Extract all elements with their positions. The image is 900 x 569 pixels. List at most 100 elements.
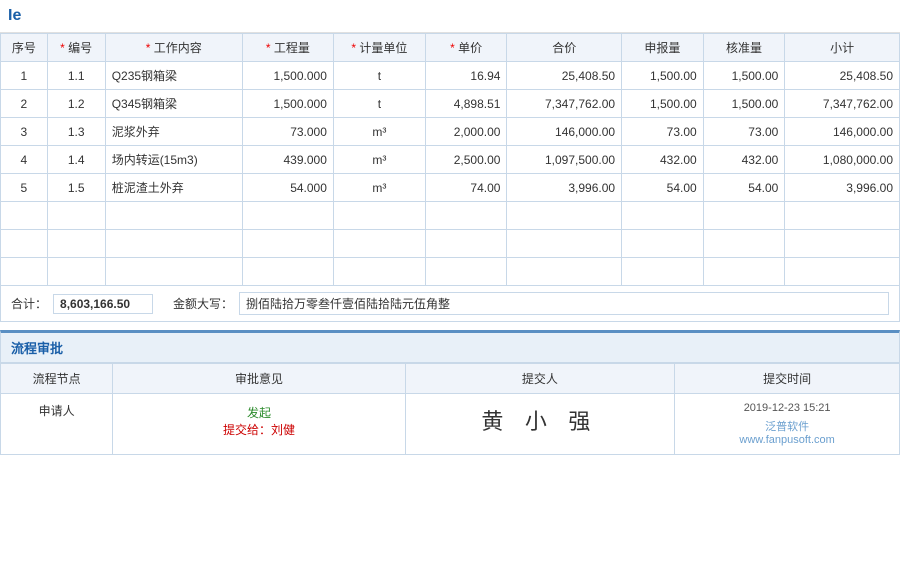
wf-comment-line2: 提交给：刘健 <box>223 423 295 437</box>
spacer-cell <box>333 202 425 230</box>
main-content: 序号 编号 工作内容 工程量 计量单位 单价 合价 申报量 核准量 小计 1 1… <box>0 33 900 455</box>
watermark: 泛普软件www.fanpusoft.com <box>685 418 889 446</box>
spacer-cell <box>105 202 242 230</box>
cell-approved: 1,500.00 <box>703 62 785 90</box>
daxie-value: 捌佰陆拾万零叁仟壹佰陆拾陆元伍角整 <box>239 292 889 315</box>
cell-price: 2,500.00 <box>425 146 507 174</box>
cell-approved: 1,500.00 <box>703 90 785 118</box>
cell-unit: m³ <box>333 118 425 146</box>
spacer-cell <box>1 258 48 286</box>
timestamp: 2019-12-23 15:21 <box>685 402 889 414</box>
cell-approved: 432.00 <box>703 146 785 174</box>
spacer-cell <box>703 230 785 258</box>
spacer-cell <box>785 202 900 230</box>
cell-subtotal: 3,996.00 <box>785 174 900 202</box>
table-row: 3 1.3 泥浆外弃 73.000 m³ 2,000.00 146,000.00… <box>1 118 900 146</box>
spacer-row <box>1 258 900 286</box>
col-header-seq: 序号 <box>1 34 48 62</box>
spacer-cell <box>622 230 704 258</box>
spacer-cell <box>47 230 105 258</box>
spacer-cell <box>242 258 333 286</box>
wf-cell-node: 申请人 <box>1 394 113 455</box>
cell-seq: 3 <box>1 118 48 146</box>
cell-content: 场内转运(15m3) <box>105 146 242 174</box>
cell-content: 泥浆外弃 <box>105 118 242 146</box>
spacer-cell <box>507 230 622 258</box>
cell-subtotal: 146,000.00 <box>785 118 900 146</box>
spacer-cell <box>785 230 900 258</box>
cell-unit: t <box>333 62 425 90</box>
col-header-declared: 申报量 <box>622 34 704 62</box>
cell-quantity: 1,500.000 <box>242 90 333 118</box>
cell-code: 1.1 <box>47 62 105 90</box>
cell-code: 1.2 <box>47 90 105 118</box>
cell-total: 1,097,500.00 <box>507 146 622 174</box>
wf-cell-time: 2019-12-23 15:21 泛普软件www.fanpusoft.com <box>675 394 900 455</box>
col-header-content: 工作内容 <box>105 34 242 62</box>
table-header-row: 序号 编号 工作内容 工程量 计量单位 单价 合价 申报量 核准量 小计 <box>1 34 900 62</box>
cell-declared: 1,500.00 <box>622 90 704 118</box>
spacer-cell <box>333 230 425 258</box>
top-nav: Ie <box>0 0 900 33</box>
cell-price: 16.94 <box>425 62 507 90</box>
spacer-cell <box>425 230 507 258</box>
spacer-cell <box>242 230 333 258</box>
table-row: 1 1.1 Q235钢箱梁 1,500.000 t 16.94 25,408.5… <box>1 62 900 90</box>
cell-subtotal: 25,408.50 <box>785 62 900 90</box>
cell-unit: t <box>333 90 425 118</box>
cell-quantity: 1,500.000 <box>242 62 333 90</box>
wf-comment-line1: 发起 <box>129 404 388 421</box>
spacer-cell <box>105 230 242 258</box>
spacer-cell <box>703 258 785 286</box>
spacer-cell <box>333 258 425 286</box>
nav-logo: Ie <box>8 7 21 25</box>
cell-content: Q235钢箱梁 <box>105 62 242 90</box>
spacer-cell <box>507 258 622 286</box>
cell-declared: 1,500.00 <box>622 62 704 90</box>
cell-total: 146,000.00 <box>507 118 622 146</box>
col-header-price: 单价 <box>425 34 507 62</box>
wf-col-node: 流程节点 <box>1 364 113 394</box>
wf-cell-submitter: 黄 小 强 <box>405 394 675 455</box>
table-row: 4 1.4 场内转运(15m3) 439.000 m³ 2,500.00 1,0… <box>1 146 900 174</box>
col-header-total: 合价 <box>507 34 622 62</box>
cell-quantity: 73.000 <box>242 118 333 146</box>
cell-seq: 1 <box>1 62 48 90</box>
workflow-title: 流程审批 <box>0 330 900 363</box>
col-header-code: 编号 <box>47 34 105 62</box>
spacer-cell <box>47 202 105 230</box>
spacer-cell <box>1 202 48 230</box>
spacer-cell <box>507 202 622 230</box>
cell-content: 桩泥渣土外弃 <box>105 174 242 202</box>
cell-declared: 73.00 <box>622 118 704 146</box>
cell-price: 2,000.00 <box>425 118 507 146</box>
summary-bar: 合计： 8,603,166.50 金额大写： 捌佰陆拾万零叁仟壹佰陆拾陆元伍角整 <box>0 286 900 322</box>
cell-seq: 4 <box>1 146 48 174</box>
spacer-cell <box>47 258 105 286</box>
spacer-row <box>1 230 900 258</box>
spacer-cell <box>425 202 507 230</box>
table-row: 2 1.2 Q345钢箱梁 1,500.000 t 4,898.51 7,347… <box>1 90 900 118</box>
col-header-approved: 核准量 <box>703 34 785 62</box>
spacer-row <box>1 202 900 230</box>
cell-subtotal: 7,347,762.00 <box>785 90 900 118</box>
spacer-cell <box>703 202 785 230</box>
cell-approved: 54.00 <box>703 174 785 202</box>
wf-col-time: 提交时间 <box>675 364 900 394</box>
cell-total: 3,996.00 <box>507 174 622 202</box>
cell-price: 4,898.51 <box>425 90 507 118</box>
col-header-subtotal: 小计 <box>785 34 900 62</box>
spacer-cell <box>622 202 704 230</box>
cell-code: 1.4 <box>47 146 105 174</box>
wf-col-submitter: 提交人 <box>405 364 675 394</box>
cell-code: 1.3 <box>47 118 105 146</box>
spacer-cell <box>1 230 48 258</box>
cell-total: 25,408.50 <box>507 62 622 90</box>
cell-code: 1.5 <box>47 174 105 202</box>
cell-total: 7,347,762.00 <box>507 90 622 118</box>
spacer-cell <box>785 258 900 286</box>
cell-declared: 54.00 <box>622 174 704 202</box>
col-header-quantity: 工程量 <box>242 34 333 62</box>
workflow-table: 流程节点 审批意见 提交人 提交时间 申请人 发起 提交给：刘健 黄 小 强 2… <box>0 363 900 455</box>
cell-content: Q345钢箱梁 <box>105 90 242 118</box>
